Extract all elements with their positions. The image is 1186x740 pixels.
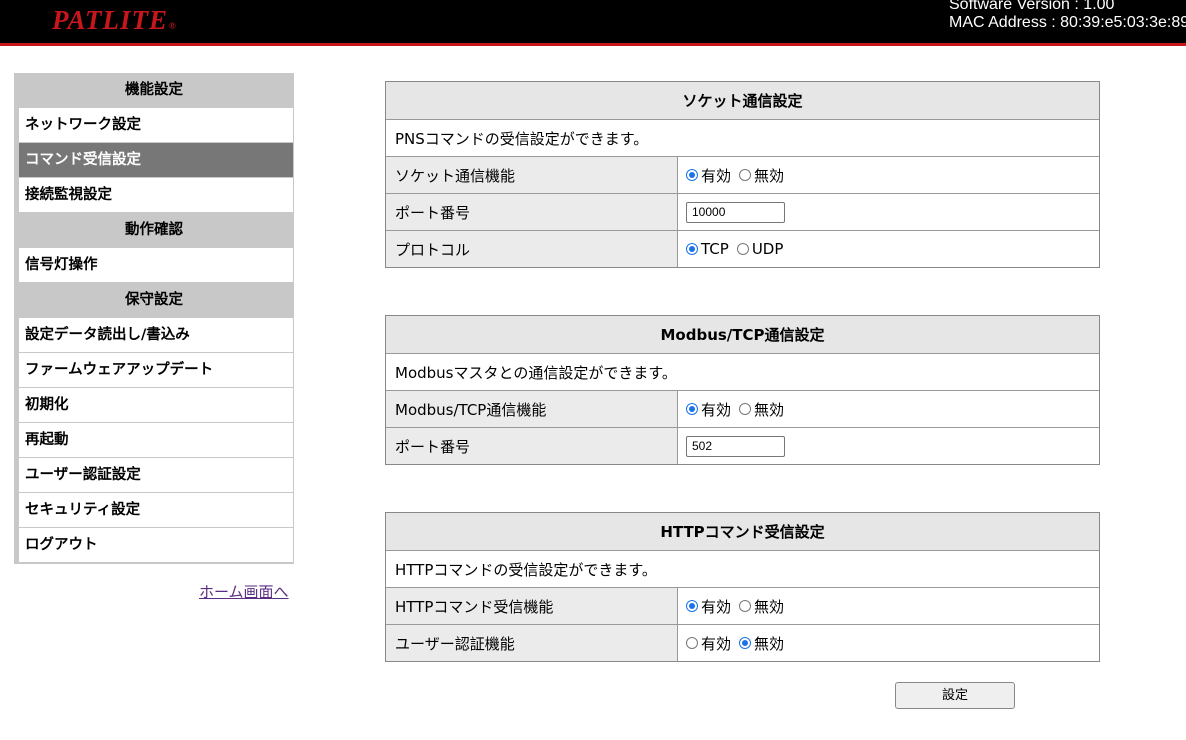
radio-label: 有効: [701, 400, 732, 419]
sidebar-item-connection-monitor-settings[interactable]: 接続監視設定: [19, 178, 293, 212]
sidebar-item-user-auth-settings[interactable]: ユーザー認証設定: [19, 458, 293, 492]
protocol-tcp-radio[interactable]: TCP: [686, 240, 729, 258]
http-function-disable-radio[interactable]: 無効: [739, 596, 784, 617]
modbus-port-input[interactable]: [686, 435, 785, 457]
modbus-function-label: Modbus/TCP通信機能: [386, 391, 678, 427]
mac-address: MAC Address : 80:39:e5:03:3e:89: [949, 14, 1186, 31]
radio-unselected-icon: [739, 403, 752, 415]
sidebar-item-network-settings[interactable]: ネットワーク設定: [19, 108, 293, 142]
sidebar-item-initialize[interactable]: 初期化: [19, 388, 293, 422]
socket-settings-panel: ソケット通信設定 PNSコマンドの受信設定ができます。 ソケット通信機能 有効 …: [385, 81, 1100, 268]
radio-label: 無効: [754, 400, 785, 419]
radio-selected-icon: [686, 600, 698, 612]
protocol-udp-radio[interactable]: UDP: [736, 240, 784, 258]
radio-label: 有効: [701, 634, 732, 653]
http-settings-panel: HTTPコマンド受信設定 HTTPコマンドの受信設定ができます。 HTTPコマン…: [385, 512, 1100, 662]
sidebar-heading-maintenance-settings: 保守設定: [14, 283, 294, 318]
radio-selected-icon: [686, 403, 698, 415]
socket-function-enable-radio[interactable]: 有効: [686, 165, 731, 186]
sidebar-item-logout[interactable]: ログアウト: [19, 528, 293, 562]
modbus-panel-description: Modbusマスタとの通信設定ができます。: [386, 353, 1099, 390]
radio-label: 無効: [754, 166, 785, 185]
radio-selected-icon: [686, 243, 698, 255]
http-auth-enable-radio[interactable]: 有効: [686, 633, 731, 654]
registered-mark: ®: [169, 21, 177, 31]
patlite-logo: PATLITE®: [52, 5, 177, 36]
home-screen-link[interactable]: ホーム画面へ: [199, 581, 289, 602]
sidebar-item-firmware-update[interactable]: ファームウェアアップデート: [19, 353, 293, 387]
modbus-panel-title: Modbus/TCP通信設定: [386, 316, 1099, 353]
modbus-function-enable-radio[interactable]: 有効: [686, 399, 731, 420]
http-panel-title: HTTPコマンド受信設定: [386, 513, 1099, 550]
radio-label: 有効: [701, 597, 732, 616]
radio-label: 無効: [754, 597, 785, 616]
radio-label: 無効: [754, 634, 785, 653]
radio-selected-icon: [739, 637, 752, 649]
http-panel-description: HTTPコマンドの受信設定ができます。: [386, 550, 1099, 587]
socket-function-label: ソケット通信機能: [386, 157, 678, 193]
socket-port-input[interactable]: [686, 201, 785, 223]
sidebar-item-config-read-write[interactable]: 設定データ読出し/書込み: [19, 318, 293, 352]
radio-unselected-icon: [739, 600, 752, 612]
software-version: Software Version : 1.00: [949, 0, 1115, 13]
socket-panel-description: PNSコマンドの受信設定ができます。: [386, 119, 1099, 156]
sidebar-item-signal-light-control[interactable]: 信号灯操作: [19, 248, 293, 282]
sidebar-heading-function-settings: 機能設定: [14, 73, 294, 108]
http-function-label: HTTPコマンド受信機能: [386, 588, 678, 624]
modbus-settings-panel: Modbus/TCP通信設定 Modbusマスタとの通信設定ができます。 Mod…: [385, 315, 1100, 465]
http-function-enable-radio[interactable]: 有効: [686, 596, 731, 617]
radio-unselected-icon: [739, 169, 752, 181]
http-auth-label: ユーザー認証機能: [386, 625, 678, 661]
radio-unselected-icon: [736, 243, 749, 255]
radio-unselected-icon: [686, 637, 698, 649]
socket-port-label: ポート番号: [386, 194, 678, 230]
device-info: Software Version : 1.00 MAC Address : 80…: [949, 0, 1186, 32]
modbus-port-label: ポート番号: [386, 428, 678, 464]
app-header: PATLITE® Software Version : 1.00 MAC Add…: [0, 0, 1186, 46]
radio-label: 有効: [701, 166, 732, 185]
socket-panel-title: ソケット通信設定: [386, 82, 1099, 119]
socket-protocol-label: プロトコル: [386, 231, 678, 267]
sidebar-heading-operation-check: 動作確認: [14, 213, 294, 248]
sidebar-item-command-receive-settings[interactable]: コマンド受信設定: [19, 143, 293, 177]
socket-function-disable-radio[interactable]: 無効: [739, 165, 784, 186]
radio-label: TCP: [701, 240, 729, 258]
radio-label: UDP: [751, 240, 784, 258]
http-auth-disable-radio[interactable]: 無効: [739, 633, 784, 654]
radio-selected-icon: [686, 169, 698, 181]
logo-text: PATLITE: [52, 5, 169, 35]
settings-submit-button[interactable]: 設定: [895, 682, 1015, 709]
sidebar-item-restart[interactable]: 再起動: [19, 423, 293, 457]
sidebar-item-security-settings[interactable]: セキュリティ設定: [19, 493, 293, 527]
modbus-function-disable-radio[interactable]: 無効: [739, 399, 784, 420]
sidebar-nav: 機能設定 ネットワーク設定 コマンド受信設定 接続監視設定 動作確認 信号灯操作…: [14, 73, 294, 564]
